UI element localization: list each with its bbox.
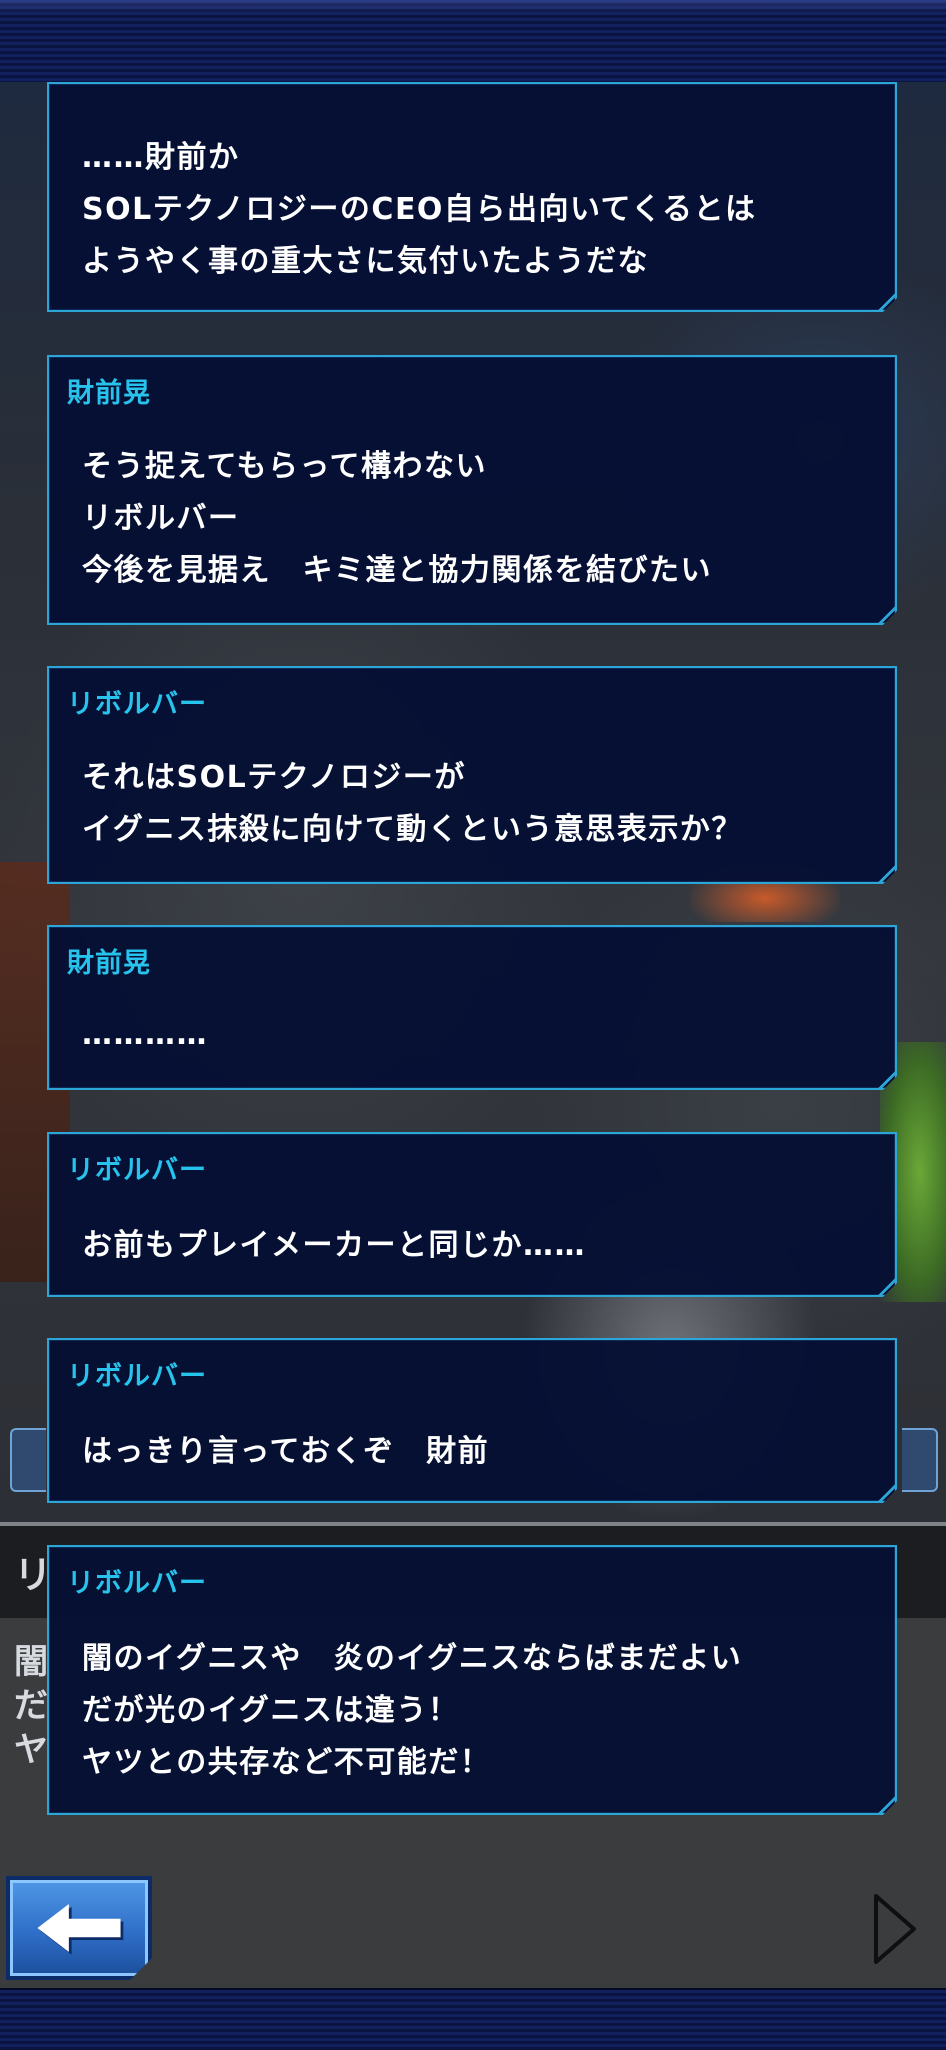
dialog-line: リボルバー [82,501,240,536]
dialog-line: SOLテクノロジーのCEO自ら出向いてくるとは [82,192,757,227]
dialog-line: ヤツとの共存など不可能だ！ [82,1745,492,1780]
dialog-line: お前もプレイメーカーと同じか…… [82,1228,586,1263]
dialog-box: リボルバー はっきり言っておくぞ 財前 [47,1338,897,1503]
speaker-name: リボルバー [67,1568,207,1599]
dialog-box: リボルバー 闇のイグニスや 炎のイグニスならばまだよい だが光のイグニスは違う！… [47,1545,897,1815]
speaker-name: リボルバー [67,1155,207,1186]
dialog-line: だが光のイグニスは違う！ [82,1693,460,1728]
dialog-line: そう捉えてもらって構わない [82,449,487,484]
speaker-name: 財前晃 [67,948,151,979]
top-bar-gloss [0,0,946,14]
dialog-line: イグニス抹殺に向けて動くという意思表示か？ [82,812,743,847]
play-triangle-icon[interactable] [872,1892,918,1966]
lower-side-text-3: ヤ [14,1730,48,1770]
dialog-line: 今後を見据え キミ達と協力関係を結びたい [82,553,712,588]
speaker-name: 財前晃 [67,378,151,409]
dialog-line: ………… [82,1017,208,1052]
dialog-line: それはSOLテクノロジーが [82,760,466,795]
dialog-box: 財前晃 そう捉えてもらって構わない リボルバー 今後を見据え キミ達と協力関係を… [47,355,897,625]
background-tab-left [10,1428,46,1492]
back-button[interactable] [6,1876,152,1980]
speaker-name: リボルバー [67,689,207,720]
dialog-box: リボルバー お前もプレイメーカーと同じか…… [47,1132,897,1297]
left-arrow-icon [10,1880,148,1976]
dialog-line: ……財前か [82,140,240,175]
dialog-line: 闇のイグニスや 炎のイグニスならばまだよい [82,1641,743,1676]
bottom-bar [0,1988,946,2050]
lower-side-text-2: だ [14,1686,48,1726]
lower-side-text-1: 闇 [14,1642,48,1682]
top-bar [0,0,946,84]
dialog-box: リボルバー それはSOLテクノロジーが イグニス抹殺に向けて動くという意思表示か… [47,666,897,884]
speaker-name: リボルバー [67,1361,207,1392]
dialog-line: はっきり言っておくぞ 財前 [82,1434,490,1469]
dialog-line: ようやく事の重大さに気付いたようだな [82,244,649,279]
dialog-box: ……財前か SOLテクノロジーのCEO自ら出向いてくるとは ようやく事の重大さに… [47,82,897,312]
dialog-box: 財前晃 ………… [47,925,897,1090]
background-tab-right [902,1428,938,1492]
lower-header-text: リ [14,1553,53,1597]
